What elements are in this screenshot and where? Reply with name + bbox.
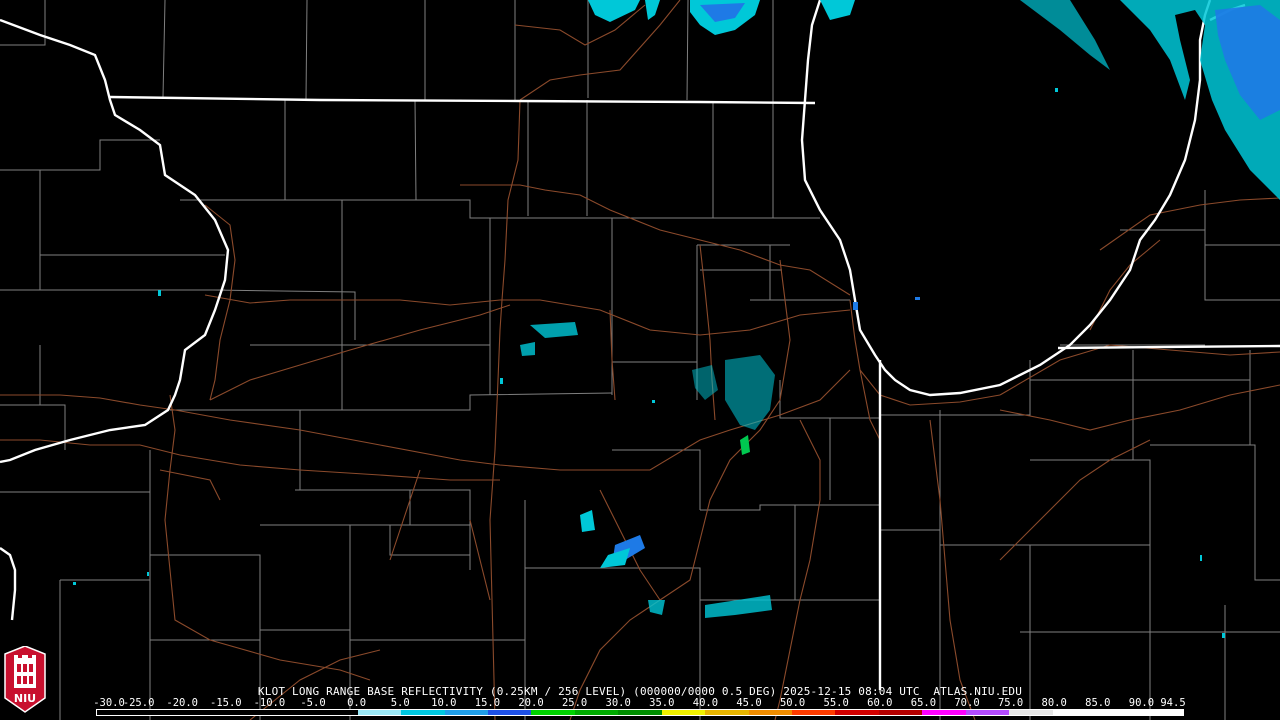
- color-bar-segment: [227, 710, 271, 715]
- echo-west-2: [520, 342, 535, 356]
- echo-north-cluster-3: [588, 0, 640, 22]
- echo-lake-northeast-streak: [1020, 0, 1110, 70]
- scale-label: 65.0: [910, 697, 937, 709]
- color-bar-segment: [270, 710, 315, 715]
- color-bar-segment: [922, 710, 966, 715]
- echo-speck: [73, 582, 76, 585]
- scale-label: 50.0: [779, 697, 806, 709]
- color-bar-segment: [618, 710, 662, 715]
- highway-lines: [0, 0, 1280, 720]
- echo-speck: [1222, 633, 1225, 638]
- scale-label: -30.0: [93, 697, 125, 709]
- echo-south-2: [580, 510, 595, 532]
- echo-speck: [158, 290, 161, 296]
- echo-central-3: [692, 365, 718, 400]
- scale-label: -20.0: [166, 697, 198, 709]
- scale-label: -15.0: [209, 697, 242, 709]
- reflectivity-color-bar: [96, 709, 1184, 716]
- county-lines: [0, 0, 1280, 720]
- scale-label: 20.0: [518, 697, 544, 709]
- scale-label: 40.0: [692, 697, 719, 709]
- scale-label: 80.0: [1041, 697, 1067, 709]
- color-bar-segment: [792, 710, 836, 715]
- logo-text: NIU: [14, 692, 36, 705]
- color-bar-segment: [444, 710, 488, 715]
- scale-label: 94.5: [1160, 697, 1186, 709]
- echo-speck: [1055, 88, 1058, 92]
- niu-tower-logo-icon: NIU: [4, 646, 46, 713]
- scale-label: 15.0: [474, 697, 501, 709]
- color-bar-segment: [705, 710, 749, 715]
- scale-label: 45.0: [736, 697, 762, 709]
- radar-map: [0, 0, 1280, 720]
- echo-speck: [853, 302, 858, 310]
- scale-label: 60.0: [867, 697, 893, 709]
- radar-echoes: [73, 0, 1280, 638]
- scale-label: -25.0: [122, 697, 155, 709]
- echo-south-3: [705, 595, 772, 618]
- color-bar-segment: [314, 710, 358, 715]
- color-bar-segment: [140, 710, 184, 715]
- echo-speck: [915, 297, 920, 300]
- echo-speck: [147, 572, 149, 576]
- color-bar-segment: [835, 710, 879, 715]
- color-bar-segment: [1052, 710, 1097, 715]
- color-bar-segment: [748, 710, 792, 715]
- echo-north-cluster-4: [645, 0, 660, 20]
- reflectivity-scale-labels: -30.0 -25.0 -20.0 -15.0 -10.0 -5.0 0.0 5.0 10.0 1…: [93, 697, 1186, 709]
- color-bar-segment: [183, 710, 228, 715]
- color-bar-segment: [965, 710, 1010, 715]
- scale-label: 75.0: [997, 697, 1024, 709]
- color-bar-segment: [1139, 710, 1183, 715]
- scale-label: 0.0: [347, 697, 367, 709]
- scale-label: 10.0: [431, 697, 457, 709]
- color-bar-segment: [574, 710, 619, 715]
- color-bar-segment: [1096, 710, 1140, 715]
- color-bar-segment: [661, 710, 706, 715]
- scale-label: 35.0: [649, 697, 675, 709]
- color-bar-segment: [357, 710, 402, 715]
- color-bar-segment: [1009, 710, 1053, 715]
- echo-south-4: [648, 600, 665, 615]
- scale-label: 70.0: [954, 697, 980, 709]
- color-bar-segment: [401, 710, 445, 715]
- scale-label: 5.0: [390, 697, 410, 709]
- color-bar-segment: [487, 710, 532, 715]
- color-bar-segment: [531, 710, 575, 715]
- echo-speck: [1200, 555, 1202, 561]
- color-bar-segment: [97, 710, 141, 715]
- echo-speck: [652, 400, 655, 403]
- scale-label: -5.0: [300, 697, 326, 709]
- scale-label: 30.0: [605, 697, 631, 709]
- echo-north-cluster-5: [820, 0, 855, 20]
- echo-west-1: [530, 322, 578, 338]
- scale-label: 90.0: [1128, 697, 1155, 709]
- color-bar-segment: [878, 710, 923, 715]
- scale-label: 25.0: [561, 697, 588, 709]
- echo-central-2: [740, 435, 750, 455]
- echo-speck: [500, 378, 503, 384]
- scale-label: -10.0: [253, 697, 286, 709]
- scale-label: 85.0: [1085, 697, 1111, 709]
- scale-label: 55.0: [823, 697, 849, 709]
